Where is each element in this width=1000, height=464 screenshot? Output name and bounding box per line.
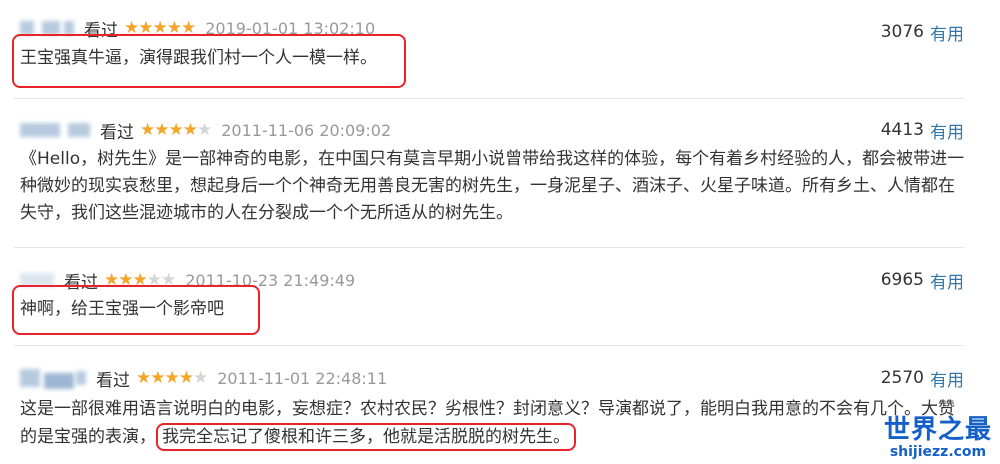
timestamp[interactable]: 2011-11-06 20:09:02 [221,121,391,140]
highlighted-phrase: 我完全忘记了傻根和许三多，他就是活脱脱的树先生。 [156,423,576,451]
useful-button[interactable]: 有用 [930,366,964,391]
vote-count: 2570 [880,368,924,388]
divider [14,345,964,346]
vote-count: 3076 [880,22,924,42]
vote-count: 4413 [880,120,924,140]
watermark-url: shijiezz.com [889,444,987,460]
vote-area: 2570 有用 [880,366,964,391]
vote-count: 6965 [880,270,924,290]
star-empty-icon: ★ [192,368,208,388]
star-icon: ★★★★ [140,120,198,140]
watched-label: 看过 [96,370,130,391]
rating-stars: ★★★★★ [136,368,208,388]
review-text: 这是一部很难用语言说明白的电影，妄想症？农村农民？劣根性？封闭意义？导演都说了，… [20,395,960,451]
review-text: 王宝强真牛逼，演得跟我们村一个人一模一样。 [20,48,377,68]
star-empty-icon: ★ [196,120,212,140]
watched-label: 看过 [100,122,134,143]
top-fade [0,0,1000,8]
vote-area: 6965 有用 [880,268,964,293]
star-icon: ★★★★ [136,368,194,388]
watermark-title: 世界之最 [883,415,992,445]
review-text: 《Hello，树先生》是一部神奇的电影，在中国只有莫言早期小说曾带给我这样的体验… [20,149,965,223]
review-2-meta: 看过 ★★★★★ 2011-11-06 20:09:02 [20,118,391,143]
timestamp[interactable]: 2011-11-01 22:48:11 [217,369,387,388]
rating-stars: ★★★★★ [140,120,212,140]
review-4-meta: 看过 ★★★★★ 2011-11-01 22:48:11 [20,366,387,391]
review-text: 神啊，给王宝强一个影帝吧 [20,299,224,319]
useful-button[interactable]: 有用 [930,118,964,143]
useful-button[interactable]: 有用 [930,268,964,293]
vote-area: 4413 有用 [880,118,964,143]
vote-area: 3076 有用 [880,20,964,45]
useful-button[interactable]: 有用 [930,20,964,45]
watermark-logo: 世界之最 shijiezz.com [884,416,992,460]
divider [14,247,964,248]
username-blurred[interactable] [20,367,88,389]
username-blurred[interactable] [20,119,92,141]
divider [14,98,964,99]
